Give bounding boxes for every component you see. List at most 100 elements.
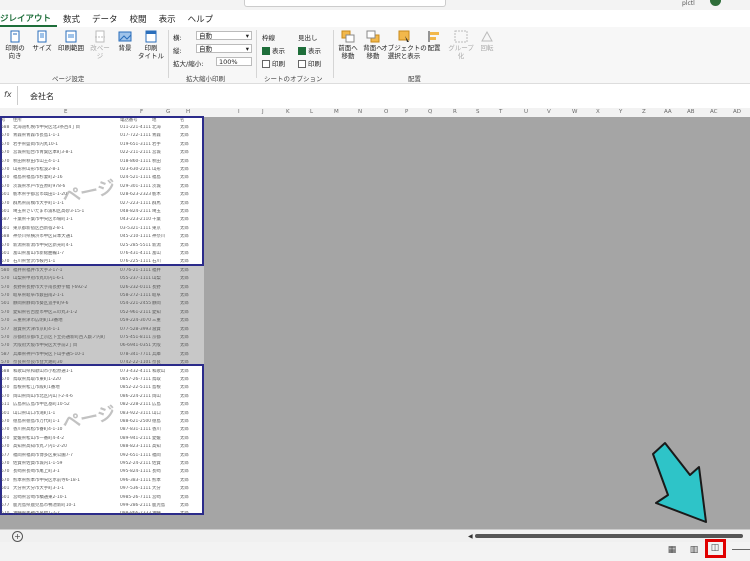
tab-formulas[interactable]: 数式 xyxy=(57,13,86,25)
table-row[interactable]: 577 鹿児島県鹿児島市鴨池新町10-1 099-286-2111 鹿児島 太郎 xyxy=(0,503,204,509)
table-row[interactable]: 501 東京都新宿区西新宿2-8-1 03-5321-1111 東京 太郎 xyxy=(0,226,204,232)
table-row[interactable]: 570 京都府京都市上京区下立売通新町西入薮ノ内町 075-451-8111 京都 太郎 xyxy=(0,335,204,341)
width-select[interactable]: 自動 ▾ xyxy=(196,31,252,40)
column-header[interactable]: AB xyxy=(687,109,695,115)
print-area-button[interactable]: 印刷範囲 xyxy=(56,30,86,52)
height-select[interactable]: 自動 ▾ xyxy=(196,44,252,53)
column-header[interactable]: T xyxy=(499,109,502,115)
table-row[interactable]: 501 大分県大分市大手町3-1-1 097-536-1111 大分 太郎 xyxy=(0,486,204,492)
table-row[interactable]: 570 岡山県岡山市北区内山下2-4-6 086-224-2111 岡山 太郎 xyxy=(0,394,204,400)
column-header[interactable]: N xyxy=(358,109,362,115)
print-titles-button[interactable]: 印刷 タイトル xyxy=(138,30,164,60)
column-header[interactable]: S xyxy=(476,109,480,115)
column-header[interactable]: V xyxy=(547,109,551,115)
column-header[interactable]: Z xyxy=(642,109,646,115)
zoom-slider[interactable] xyxy=(732,549,750,550)
column-header[interactable]: W xyxy=(572,109,577,115)
column-header[interactable]: L xyxy=(310,109,313,115)
column-header[interactable]: R xyxy=(453,109,457,115)
column-header[interactable]: E xyxy=(64,109,67,115)
selection-pane-button[interactable]: オブジェクトの 選択と表示 xyxy=(381,30,427,60)
column-header[interactable]: F xyxy=(140,109,143,115)
tab-review[interactable]: 校閲 xyxy=(124,13,153,25)
gridlines-view-checkbox[interactable]: 表示 xyxy=(262,45,285,55)
column-header[interactable]: J xyxy=(262,109,264,115)
table-row[interactable]: 570 佐賀県佐賀市城内1-1-59 0952-24-2111 佐賀 太郎 xyxy=(0,461,204,467)
table-row[interactable]: 570 宮城県仙台市青葉区本町3-8-1 022-211-2111 宮城 太郎 xyxy=(0,150,204,156)
table-row[interactable]: 501 静岡県静岡市葵区追手町9-6 054-221-2455 静岡 太郎 xyxy=(0,301,204,307)
table-row[interactable]: 570 秋田県秋田市山王4-1-1 018-860-1111 秋田 太郎 xyxy=(0,159,204,165)
breaks-button[interactable]: 改ページ xyxy=(88,30,112,60)
search-box[interactable] xyxy=(244,0,446,7)
column-header[interactable]: X xyxy=(596,109,600,115)
column-header[interactable]: AC xyxy=(710,109,718,115)
column-header[interactable]: H xyxy=(186,109,190,115)
column-header[interactable]: U xyxy=(524,109,528,115)
fx-icon[interactable]: fx xyxy=(4,90,12,99)
table-row[interactable]: 570 熊本県熊本市中央区水前寺6-18-1 096-383-1111 熊本 太郎 xyxy=(0,478,204,484)
table-row[interactable]: 587 千葉県千葉市中央区市場町1-1 043-223-2110 千葉 太郎 xyxy=(0,217,204,223)
group-button[interactable]: グループ化 xyxy=(447,30,475,60)
table-row[interactable]: 570 三重県津市広明町13番地 059-224-3070 三重 太郎 xyxy=(0,318,204,324)
headings-view-checkbox[interactable]: 表示 xyxy=(298,45,321,55)
table-row[interactable]: 570 群馬県前橋市大手町1-1-1 027-223-1111 群馬 太郎 xyxy=(0,201,204,207)
tab-view[interactable]: 表示 xyxy=(153,13,182,25)
column-header[interactable]: I xyxy=(238,109,240,115)
gridlines-print-checkbox[interactable]: 印刷 xyxy=(262,58,285,68)
table-row[interactable]: 587 兵庫県神戸市中央区下山手通5-10-1 078-341-7711 兵庫 太郎 xyxy=(0,352,204,358)
tab-page-layout[interactable]: ジレイアウト xyxy=(0,12,58,27)
table-row[interactable]: 577 滋賀県大津市京町4-1-1 077-528-3993 滋賀 太郎 xyxy=(0,327,204,333)
table-row[interactable]: 570 石川県金沢市鞍月1-1 076-225-1111 石川 太郎 xyxy=(0,259,204,265)
column-header[interactable]: Y xyxy=(619,109,622,115)
table-row[interactable]: 570 高知県高知市丸ノ内1-2-20 088-823-1111 高知 太郎 xyxy=(0,444,204,450)
table-row[interactable]: 570 愛媛県松山市一番町4-4-2 089-941-2111 愛媛 太郎 xyxy=(0,436,204,442)
table-row[interactable]: 570 愛知県名古屋市中区三の丸3-1-2 052-961-2111 愛知 太郎 xyxy=(0,310,204,316)
headings-print-checkbox[interactable]: 印刷 xyxy=(298,58,321,68)
table-row[interactable]: 570 山形県山形市松波2-8-1 023-630-2211 山形 太郎 xyxy=(0,167,204,173)
table-row[interactable]: 570 香川県高松市番町4-1-10 087-831-1111 香川 太郎 xyxy=(0,427,204,433)
table-row[interactable]: 570 青森県青森市長島1-1-1 017-722-1111 青森 太郎 xyxy=(0,133,204,139)
column-header[interactable]: P xyxy=(405,109,408,115)
table-row[interactable]: 570 岐阜県岐阜市薮田南2-1-1 058-272-1111 岐阜 太郎 xyxy=(0,293,204,299)
add-sheet-button[interactable]: + xyxy=(12,531,23,542)
rotate-button[interactable]: 回転 xyxy=(476,30,498,52)
table-row[interactable]: 570 鳥取県鳥取市東町1-220 0857-26-7111 鳥取 太郎 xyxy=(0,377,204,383)
table-row[interactable]: 570 新潟県新潟市中央区新光町4-1 025-285-5511 新潟 太郎 xyxy=(0,243,204,249)
page-layout-icon[interactable]: ▥ xyxy=(688,544,700,556)
column-header[interactable]: AD xyxy=(733,109,741,115)
column-header[interactable]: Q xyxy=(428,109,432,115)
bring-forward-button[interactable]: 前面へ 移動 xyxy=(336,30,360,60)
column-header[interactable]: AA xyxy=(664,109,672,115)
table-row[interactable]: 570 奈良県奈良市登大路町30 0742-22-1101 奈良 太郎 xyxy=(0,360,204,366)
table-row[interactable]: 570 沖縄県那覇市泉崎1-2-2 098-866-2333 沖縄 太郎 xyxy=(0,511,204,517)
table-row[interactable]: 570 島根県松江市殿町1番地 0852-22-5111 島根 太郎 xyxy=(0,385,204,391)
table-row[interactable]: 577 福岡県福岡市博多区東公園7-7 092-651-1111 福岡 太郎 xyxy=(0,453,204,459)
orientation-button[interactable]: 印刷の 向き xyxy=(2,30,28,60)
table-row[interactable]: 570 長野県長野市大字南長野字幅下692-2 026-232-0111 長野 太郎 xyxy=(0,285,204,291)
column-header[interactable]: K xyxy=(286,109,290,115)
table-row[interactable]: 570 大阪府大阪市中央区大手前2丁目 06-6941-0351 大阪 太郎 xyxy=(0,343,204,349)
size-button[interactable]: サイズ xyxy=(30,30,54,52)
table-row[interactable]: 588 北海道札幌市中央区北3条西4丁目 011-221-4111 北海 太郎 xyxy=(0,125,204,131)
formula-input[interactable]: 会社名 xyxy=(30,91,54,102)
normal-view-icon[interactable]: ▦ xyxy=(666,544,678,556)
column-header[interactable]: M xyxy=(334,109,339,115)
table-row[interactable]: 501 宮崎県宮崎市橘通東2-10-1 0985-26-7111 宮崎 太郎 xyxy=(0,495,204,501)
table-row[interactable]: 570 長崎県長崎市尾上町3-1 095-824-1111 長崎 太郎 xyxy=(0,469,204,475)
table-row[interactable]: 501 埼玉県さいたま市浦和区高砂3-15-1 048-824-2111 埼玉 太郎 xyxy=(0,209,204,215)
column-header[interactable]: O xyxy=(384,109,388,115)
table-row[interactable]: 580 福井県福井市大手3-17-1 0776-21-1111 福井 太郎 xyxy=(0,268,204,274)
align-button[interactable]: 配置 xyxy=(424,30,444,52)
table-row[interactable]: 501 富山県富山市新総曲輪1-7 076-431-4111 富山 太郎 xyxy=(0,251,204,257)
column-header[interactable]: G xyxy=(166,109,170,115)
table-row[interactable]: 588 神奈川県横浜市中区日本大通1 045-210-1111 神奈川 太郎 xyxy=(0,234,204,240)
tab-help[interactable]: ヘルプ xyxy=(182,13,220,25)
table-row[interactable]: 570 岩手県盛岡市内丸10-1 019-651-3111 岩手 太郎 xyxy=(0,142,204,148)
scroll-left-icon[interactable]: ◀ xyxy=(468,533,473,540)
zoom-input[interactable]: 100% xyxy=(216,57,252,66)
tab-data[interactable]: データ xyxy=(86,13,124,25)
background-button[interactable]: 背景 xyxy=(114,30,136,52)
table-row[interactable]: 588 和歌山県和歌山市小松原通1-1 073-432-4111 和歌山 太郎 xyxy=(0,369,204,375)
horizontal-scrollbar[interactable] xyxy=(475,534,743,538)
table-row[interactable]: 570 山梨県甲府市丸の内1-6-1 055-237-1111 山梨 太郎 xyxy=(0,276,204,282)
